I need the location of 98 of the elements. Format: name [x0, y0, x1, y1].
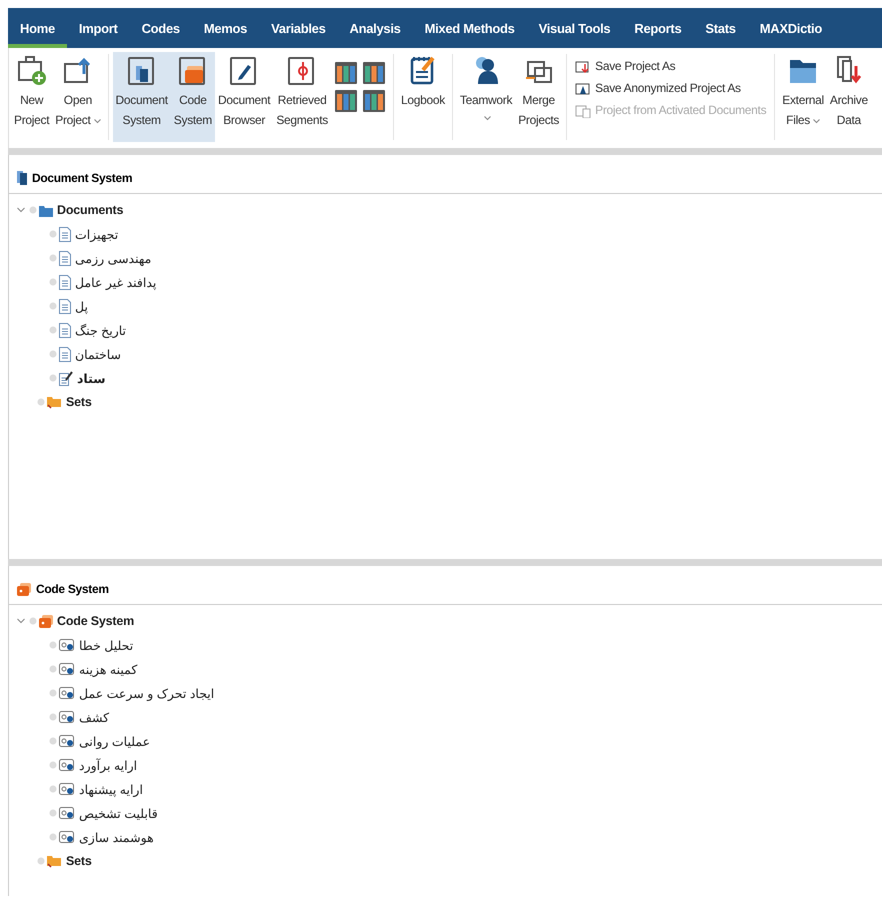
- tree-item[interactable]: هوشمند سازی: [15, 825, 882, 849]
- document-icon: [59, 346, 71, 362]
- status-dot-icon: [49, 809, 57, 817]
- caret-icon: [813, 119, 820, 124]
- status-dot-icon: [37, 398, 45, 406]
- status-dot-icon: [49, 374, 57, 382]
- code-icon: [59, 638, 75, 652]
- code-icon: [59, 710, 75, 724]
- briefcase-plus-icon: [16, 54, 48, 86]
- status-dot-icon: [49, 302, 57, 310]
- menu-tab[interactable]: Import: [66, 8, 130, 48]
- tree-item[interactable]: Sets: [15, 390, 882, 414]
- panel-title: Code System: [36, 582, 109, 596]
- status-dot-icon: [49, 689, 57, 697]
- menu-tab[interactable]: MAXDictio: [748, 8, 834, 48]
- ribbon-button[interactable]: Open Project: [52, 52, 104, 142]
- status-dot-icon: [49, 326, 57, 334]
- document-icon: [59, 250, 71, 266]
- ribbon-button[interactable]: Archive Data: [826, 52, 871, 142]
- status-dot-icon: [29, 206, 37, 214]
- chevron-down-icon[interactable]: [17, 617, 25, 625]
- tree-item[interactable]: تحلیل خطا: [15, 633, 882, 657]
- document-icon: [59, 274, 71, 290]
- document-edit-icon: [59, 370, 73, 386]
- code-icon: [59, 686, 75, 700]
- menu-tab[interactable]: Stats: [693, 8, 748, 48]
- ribbon-button[interactable]: Logbook: [398, 52, 448, 142]
- tree-item[interactable]: کمینه هزینه: [15, 657, 882, 681]
- ribbon-button[interactable]: Code System: [170, 52, 216, 142]
- folder-icon: [39, 204, 53, 216]
- status-dot-icon: [49, 713, 57, 721]
- tree-item[interactable]: پدافند غیر عامل: [15, 270, 882, 294]
- tree-item[interactable]: مهندسی رزمی: [15, 246, 882, 270]
- panel-title: Document System: [32, 171, 132, 185]
- ribbon-button[interactable]: Teamwork: [456, 52, 516, 142]
- status-dot-icon: [49, 833, 57, 841]
- status-dot-icon: [49, 665, 57, 673]
- document-icon: [59, 298, 71, 314]
- chevron-down-icon[interactable]: [17, 206, 25, 214]
- layout-icon[interactable]: [362, 90, 385, 112]
- code-icon: [59, 806, 75, 820]
- code-icon: [59, 782, 75, 796]
- tree-item[interactable]: تاریخ جنگ: [15, 318, 882, 342]
- tree-item[interactable]: تجهیزات: [15, 222, 882, 246]
- tree-root-item[interactable]: Documents: [15, 198, 882, 222]
- tree-item[interactable]: پل: [15, 294, 882, 318]
- code-icon: [59, 758, 75, 772]
- menu-tab[interactable]: Mixed Methods: [412, 8, 527, 48]
- code-icon: [59, 734, 75, 748]
- status-dot-icon: [49, 641, 57, 649]
- code-icon: [59, 830, 75, 844]
- status-dot-icon: [49, 761, 57, 769]
- ribbon-button[interactable]: Merge Projects: [515, 52, 562, 142]
- folder-icon: [47, 854, 62, 868]
- menu-tab[interactable]: Variables: [259, 8, 338, 48]
- status-dot-icon: [49, 254, 57, 262]
- ribbon-menu-button[interactable]: Save Anonymized Project As: [575, 80, 766, 96]
- ribbon-button[interactable]: External Files: [779, 52, 827, 142]
- ribbon-button[interactable]: Document Browser: [215, 52, 274, 142]
- caret-icon: [94, 119, 100, 124]
- caret-icon: [484, 116, 492, 121]
- tree-item[interactable]: ستاد: [15, 366, 882, 390]
- status-dot-icon: [49, 230, 57, 238]
- menu-tab[interactable]: Home: [8, 8, 67, 48]
- tree-item[interactable]: کشف: [15, 705, 882, 729]
- tree-root-item[interactable]: Code System: [15, 609, 882, 633]
- document-icon: [59, 226, 71, 242]
- status-dot-icon: [49, 350, 57, 358]
- status-dot-icon: [49, 737, 57, 745]
- ribbon-menu-button[interactable]: Save Project As: [575, 58, 766, 74]
- menu-tab[interactable]: Memos: [192, 8, 260, 48]
- ribbon-button[interactable]: Retrieved Segments: [273, 52, 331, 142]
- code-system-icon: [17, 582, 31, 596]
- ribbon-button[interactable]: Document System: [112, 52, 171, 142]
- folder-icon: [47, 395, 62, 409]
- menu-tab[interactable]: Codes: [130, 8, 192, 48]
- tree-item[interactable]: ایجاد تحرک و سرعت عمل: [15, 681, 882, 705]
- status-dot-icon: [29, 617, 37, 625]
- tree-item[interactable]: عملیات روانی: [15, 729, 882, 753]
- menu-tab[interactable]: Reports: [622, 8, 694, 48]
- document-icon: [59, 322, 71, 338]
- menu-tab[interactable]: Analysis: [338, 8, 413, 48]
- tree-item[interactable]: Sets: [15, 849, 882, 873]
- layout-icon[interactable]: [334, 62, 357, 84]
- tree-item[interactable]: قابلیت تشخیص: [15, 801, 882, 825]
- tree-item[interactable]: ارایه پیشنهاد: [15, 777, 882, 801]
- layout-icon[interactable]: [334, 90, 357, 112]
- status-dot-icon: [49, 278, 57, 286]
- tree-item[interactable]: ارایه برآورد: [15, 753, 882, 777]
- document-system-icon: [17, 171, 27, 185]
- menu-tab[interactable]: Visual Tools: [526, 8, 622, 48]
- code-icon: [59, 662, 75, 676]
- status-dot-icon: [37, 857, 45, 865]
- code-system-icon: [39, 614, 53, 628]
- status-dot-icon: [49, 785, 57, 793]
- ribbon-button[interactable]: New Project: [11, 52, 52, 142]
- layout-icon[interactable]: [362, 62, 385, 84]
- tree-item[interactable]: ساختمان: [15, 342, 882, 366]
